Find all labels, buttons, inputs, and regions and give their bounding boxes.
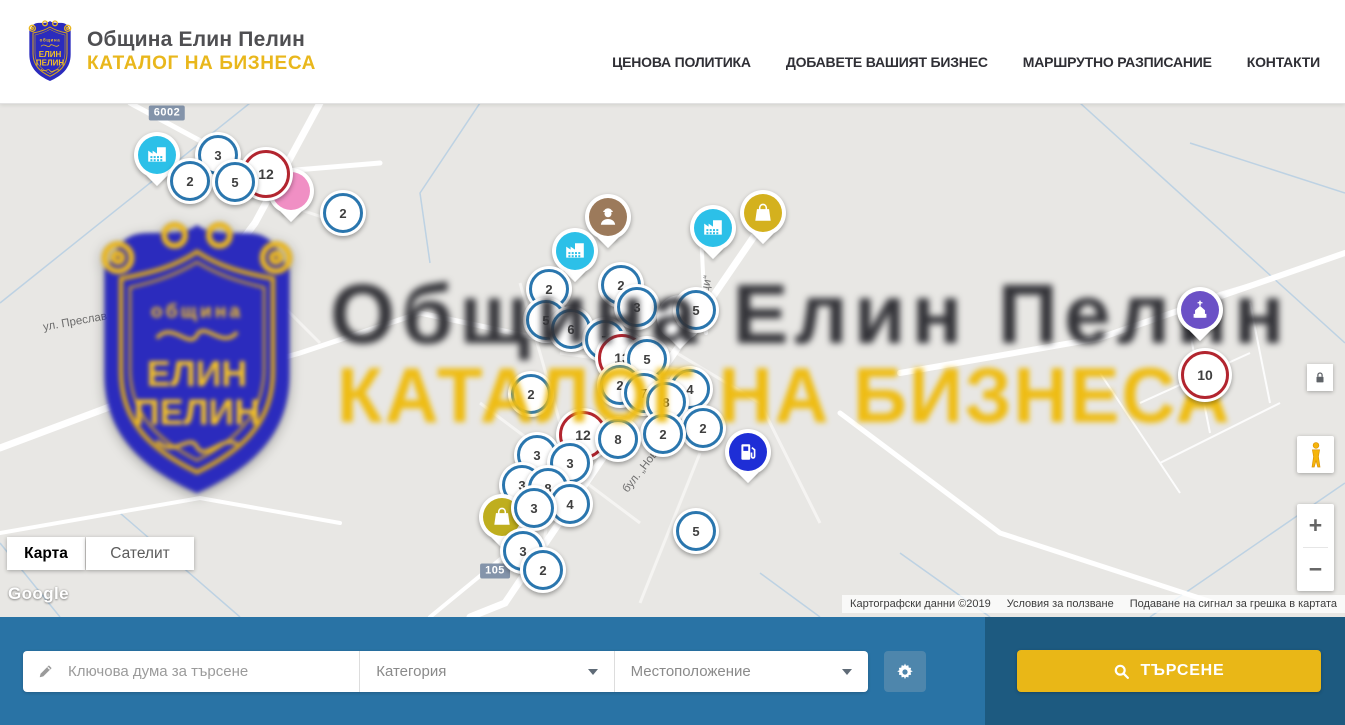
watermark-title: Община Елин Пелин xyxy=(330,266,1290,363)
chevron-down-icon xyxy=(842,669,852,675)
map-type-map-button[interactable]: Карта xyxy=(7,537,85,570)
attribution-terms-link[interactable]: Условия за ползване xyxy=(1007,598,1114,610)
cluster-count: 2 xyxy=(323,193,363,233)
fuel-icon xyxy=(729,433,767,471)
search-submit-button[interactable]: ТЪРСЕНЕ xyxy=(1017,650,1321,692)
svg-text:ЕЛИН: ЕЛИН xyxy=(39,50,62,59)
site-title: Община Елин Пелин xyxy=(87,28,316,52)
street-view-pegman[interactable] xyxy=(1297,436,1334,473)
municipality-shield-logo: община ЕЛИН ПЕЛИН xyxy=(25,16,75,86)
cluster-count: 5 xyxy=(215,162,255,202)
google-logo[interactable]: Google xyxy=(8,584,69,604)
nav-pricing[interactable]: ЦЕНОВА ПОЛИТИКА xyxy=(612,54,751,70)
bag-icon xyxy=(744,194,782,232)
map-attribution: Картографски данни ©2019 Условия за полз… xyxy=(842,595,1345,613)
map-marker-pin-fuel[interactable] xyxy=(725,429,771,475)
watermark-subtitle: КАТАЛОГ НА БИЗНЕСА xyxy=(337,350,1231,441)
map-marker-cluster[interactable]: 2 xyxy=(320,190,366,236)
category-select-label: Категория xyxy=(376,663,587,680)
map-marker-pin-worker[interactable] xyxy=(585,194,631,240)
map-marker-cluster[interactable]: 2 xyxy=(520,547,566,593)
location-select[interactable]: Местоположение xyxy=(614,651,868,692)
map-marker-pin-church[interactable] xyxy=(1177,287,1223,333)
lock-icon xyxy=(1313,370,1327,385)
map-marker-pin-bag[interactable] xyxy=(740,190,786,236)
map-marker-cluster[interactable]: 3 xyxy=(511,485,557,531)
attribution-report-link[interactable]: Подаване на сигнал за грешка в картата xyxy=(1130,598,1337,610)
worker-icon xyxy=(589,198,627,236)
cluster-count: 2 xyxy=(170,161,210,201)
chevron-down-icon xyxy=(588,669,598,675)
svg-text:община: община xyxy=(151,300,243,322)
category-select[interactable]: Категория xyxy=(359,651,613,692)
factory-icon xyxy=(556,232,594,270)
map-marker-cluster[interactable]: 2 xyxy=(167,158,213,204)
attribution-copyright: Картографски данни ©2019 xyxy=(850,598,991,610)
svg-text:община: община xyxy=(40,38,61,43)
map-lock-control[interactable] xyxy=(1307,364,1333,391)
advanced-settings-button[interactable] xyxy=(884,651,926,692)
zoom-control: + − xyxy=(1297,504,1334,591)
gear-icon xyxy=(895,662,915,682)
map-type-satellite-button[interactable]: Сателит xyxy=(86,537,194,570)
search-bar: Категория Местоположение ТЪРСЕНЕ xyxy=(0,617,1345,725)
cluster-count: 10 xyxy=(1181,351,1229,399)
location-select-label: Местоположение xyxy=(631,663,842,680)
svg-text:ПЕЛИН: ПЕЛИН xyxy=(36,59,64,68)
search-keyword-input[interactable] xyxy=(66,662,359,681)
cluster-count: 2 xyxy=(523,550,563,590)
map-type-control: Карта Сателит xyxy=(7,537,194,570)
pencil-icon xyxy=(37,663,54,680)
search-icon xyxy=(1113,663,1130,680)
map-marker-cluster[interactable]: 5 xyxy=(212,159,258,205)
search-fields-box: Категория Местоположение xyxy=(23,651,868,692)
cluster-count: 3 xyxy=(514,488,554,528)
zoom-out-button[interactable]: − xyxy=(1297,548,1334,591)
map-marker-pin-factory[interactable] xyxy=(690,205,736,251)
watermark-shield: община ЕЛИН ПЕЛИН xyxy=(83,213,311,505)
pegman-icon xyxy=(1308,441,1324,469)
nav-contacts[interactable]: КОНТАКТИ xyxy=(1247,54,1320,70)
zoom-in-button[interactable]: + xyxy=(1297,504,1334,547)
svg-text:ЕЛИН: ЕЛИН xyxy=(147,354,247,394)
site-subtitle: КАТАЛОГ НА БИЗНЕСА xyxy=(87,53,316,75)
map-marker-cluster[interactable]: 10 xyxy=(1178,348,1232,402)
church-icon xyxy=(1181,291,1219,329)
svg-text:ПЕЛИН: ПЕЛИН xyxy=(134,393,260,433)
main-nav: ЦЕНОВА ПОЛИТИКА ДОБАВЕТЕ ВАШИЯТ БИЗНЕС М… xyxy=(612,54,1320,70)
site-header: община ЕЛИН ПЕЛИН Община Елин Пелин КАТА… xyxy=(0,0,1345,104)
google-map[interactable]: 6002105ул. Преславбул. „Новоселци“ 31225… xyxy=(0,103,1345,617)
site-logo[interactable]: община ЕЛИН ПЕЛИН Община Елин Пелин КАТА… xyxy=(25,16,316,86)
search-button-label: ТЪРСЕНЕ xyxy=(1140,662,1224,680)
cluster-count: 5 xyxy=(676,511,716,551)
factory-icon xyxy=(694,209,732,247)
map-marker-cluster[interactable]: 5 xyxy=(673,508,719,554)
keyword-section xyxy=(23,651,359,692)
nav-add-business[interactable]: ДОБАВЕТЕ ВАШИЯТ БИЗНЕС xyxy=(786,54,988,70)
nav-route-schedule[interactable]: МАРШРУТНО РАЗПИСАНИЕ xyxy=(1023,54,1212,70)
